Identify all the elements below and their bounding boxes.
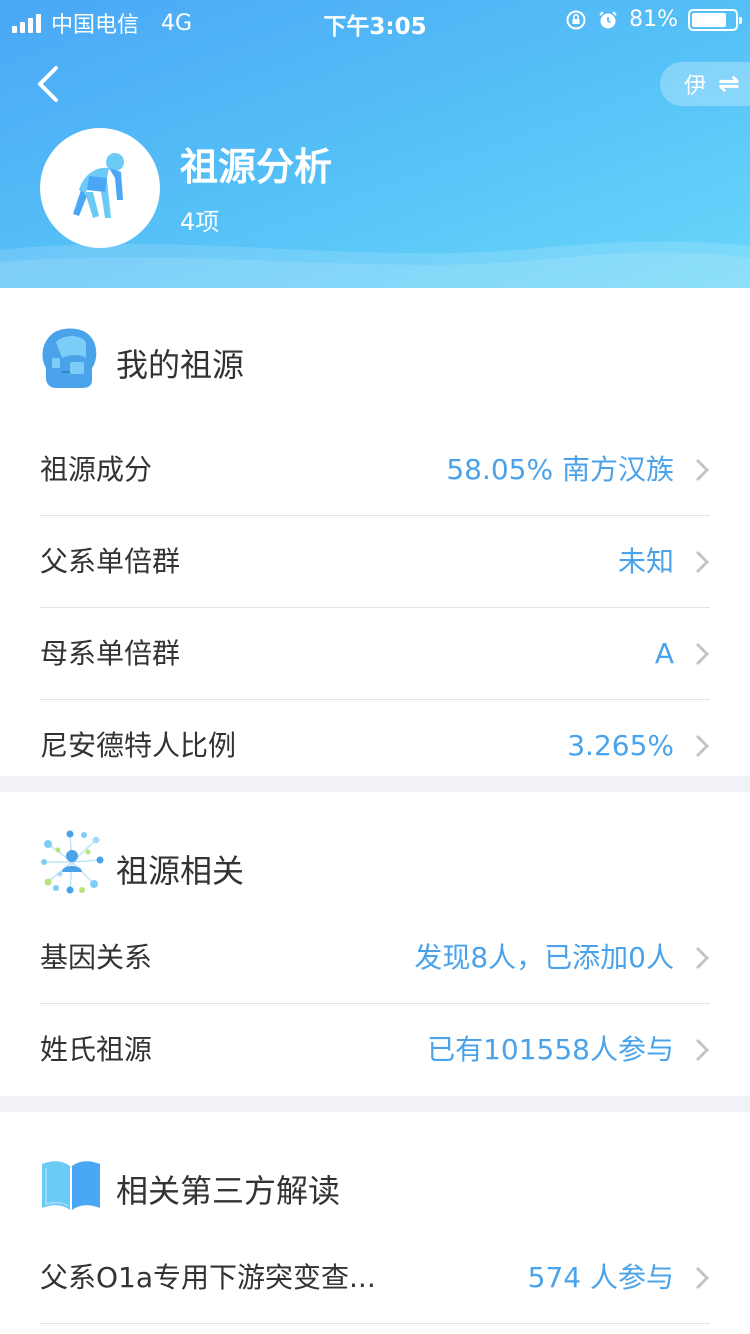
my-ancestry-header: 我的祖源 [0,288,750,424]
row-paternal-o1a-query[interactable]: 父系O1a专用下游突变查... 574 人参与 [0,1232,750,1324]
row-maternal-haplogroup[interactable]: 母系单倍群 A [0,608,750,700]
row-surname-ancestry[interactable]: 姓氏祖源 已有101558人参与 [0,1004,750,1096]
chevron-right-icon [695,642,710,666]
chevron-right-icon [695,1266,710,1290]
row-ancestry-composition[interactable]: 祖源成分 58.05% 南方汉族 [0,424,750,516]
row-label: 父系单倍群 [40,545,181,578]
row-paternal-haplogroup[interactable]: 父系单倍群 未知 [0,516,750,608]
chevron-right-icon [695,946,710,970]
row-label: 祖源成分 [40,453,153,486]
item-count: 4项 [180,208,220,236]
chevron-right-icon [695,734,710,758]
status-bar: 中国电信 4G 下午3:05 81% [0,0,750,40]
alarm-icon [599,10,617,28]
book-icon [42,1161,100,1210]
avatar [40,128,160,248]
row-value: A [654,637,674,670]
row-neanderthal-ratio[interactable]: 尼安德特人比例 3.265% [0,700,750,792]
third-party-card: 相关第三方解读 父系O1a专用下游突变查... 574 人参与 [0,1112,750,1334]
page-title: 祖源分析 [180,145,333,189]
network-icon [41,830,104,894]
ancestry-related-card: 祖源相关 基因关系 发现8人，已添加0人 姓氏祖源 已有101558人参与 [0,792,750,1096]
ape-icon [73,153,124,218]
ancestry-related-title: 祖源相关 [116,852,245,890]
row-value: 574 人参与 [527,1261,674,1294]
chevron-right-icon [695,550,710,574]
chevron-right-icon [695,1038,710,1062]
row-label: 尼安德特人比例 [40,729,237,762]
my-ancestry-title: 我的祖源 [116,346,245,384]
third-party-title: 相关第三方解读 [116,1172,341,1210]
header: 中国电信 4G 下午3:05 81% 伊 ⇌ 祖源分析 4项 [0,0,750,288]
my-ancestry-card: 我的祖源 祖源成分 58.05% 南方汉族 父系单倍群 未知 母系单倍群 A 尼… [0,288,750,776]
ancestry-related-header: 祖源相关 [0,792,750,912]
language-label: 伊 [684,74,707,99]
row-label: 父系O1a专用下游突变查... [40,1261,376,1294]
divider [40,1323,710,1324]
row-value: 58.05% 南方汉族 [446,453,674,486]
row-label: 姓氏祖源 [40,1033,153,1066]
battery-percent: 81% [629,7,678,32]
back-chevron-icon[interactable] [30,62,70,106]
face-profile-icon [42,328,97,388]
row-value: 3.265% [567,729,674,762]
row-value: 已有101558人参与 [427,1033,674,1066]
swap-icon: ⇌ [718,69,740,99]
row-label: 母系单倍群 [40,637,181,670]
chevron-right-icon [695,458,710,482]
third-party-header: 相关第三方解读 [0,1112,750,1232]
row-value: 未知 [617,545,674,578]
battery-icon [688,8,742,31]
rotation-lock-icon [566,10,586,29]
row-genetic-relations[interactable]: 基因关系 发现8人，已添加0人 [0,912,750,1004]
row-label: 基因关系 [40,941,153,974]
language-switch-button[interactable]: 伊 ⇌ [660,62,750,106]
row-value: 发现8人，已添加0人 [414,941,674,974]
